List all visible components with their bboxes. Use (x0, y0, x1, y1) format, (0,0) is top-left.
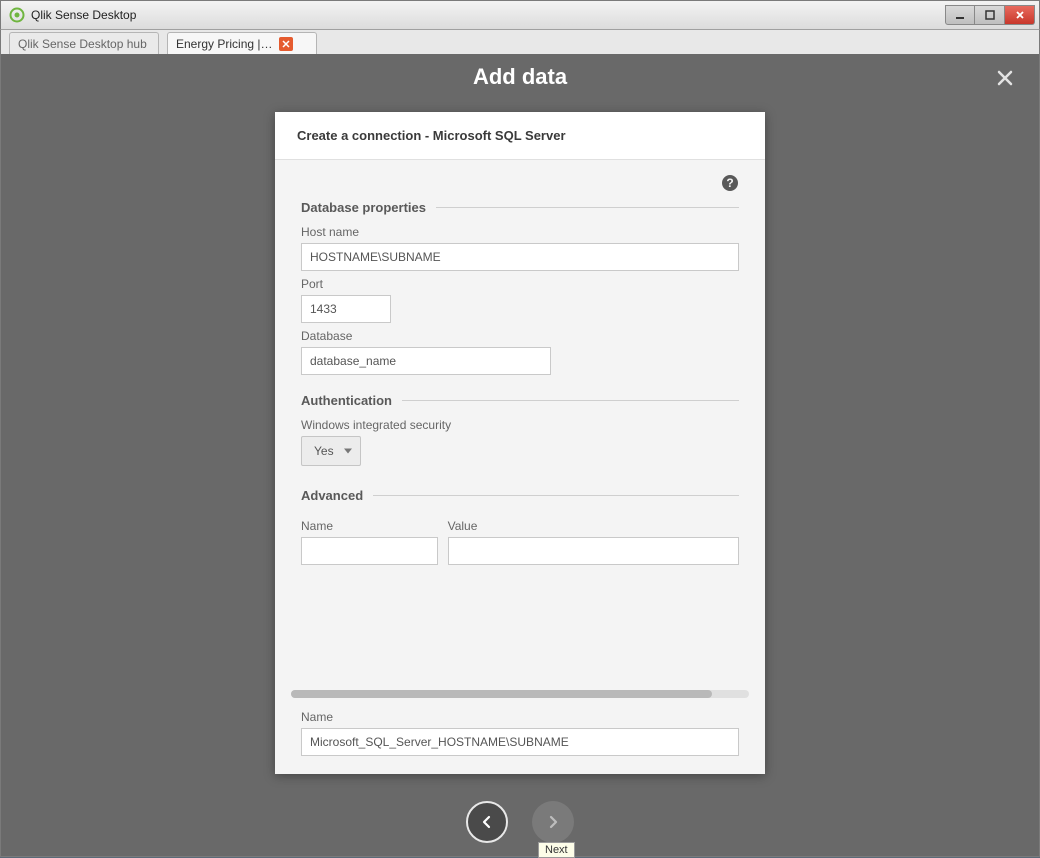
label-adv-name: Name (301, 519, 438, 533)
nav-buttons (466, 801, 574, 843)
back-button[interactable] (466, 801, 508, 843)
overlay-area: Add data Create a connection - Microsoft… (0, 54, 1040, 857)
connection-name-field[interactable] (301, 728, 739, 756)
advanced-value-field[interactable] (448, 537, 739, 565)
scrollbar-thumb[interactable] (291, 690, 712, 698)
port-field[interactable] (301, 295, 391, 323)
tab-energy-pricing[interactable]: Energy Pricing |… (167, 32, 317, 54)
host-name-field[interactable] (301, 243, 739, 271)
tab-label: Qlik Sense Desktop hub (18, 37, 147, 51)
advanced-name-field[interactable] (301, 537, 438, 565)
section-database-properties: Database properties (301, 200, 739, 215)
app-icon (9, 7, 25, 23)
label-host-name: Host name (301, 225, 739, 239)
window-title: Qlik Sense Desktop (31, 8, 945, 22)
tab-label: Energy Pricing |… (176, 37, 273, 51)
section-advanced: Advanced (301, 488, 739, 503)
help-icon[interactable]: ? (721, 174, 739, 192)
svg-text:?: ? (726, 176, 733, 190)
label-connection-name: Name (301, 710, 739, 724)
next-tooltip: Next (538, 842, 575, 858)
overlay-close-icon[interactable] (991, 64, 1019, 92)
window-buttons (945, 5, 1035, 25)
label-database: Database (301, 329, 739, 343)
card-body: ? Database properties Host name Port Dat… (275, 160, 765, 774)
chevron-down-icon (344, 449, 352, 454)
overlay-title: Add data (1, 54, 1039, 100)
connection-card: Create a connection - Microsoft SQL Serv… (275, 112, 765, 774)
scrollbar-horizontal[interactable] (291, 690, 749, 698)
next-button[interactable] (532, 801, 574, 843)
label-adv-value: Value (448, 519, 739, 533)
integrated-security-select[interactable]: Yes (301, 436, 361, 466)
label-port: Port (301, 277, 739, 291)
card-header: Create a connection - Microsoft SQL Serv… (275, 112, 765, 160)
close-button[interactable] (1005, 5, 1035, 25)
maximize-button[interactable] (975, 5, 1005, 25)
tabs-row: Qlik Sense Desktop hub Energy Pricing |… (0, 30, 1040, 54)
database-field[interactable] (301, 347, 551, 375)
label-windows-integrated: Windows integrated security (301, 418, 739, 432)
minimize-button[interactable] (945, 5, 975, 25)
window-titlebar: Qlik Sense Desktop (0, 0, 1040, 30)
section-authentication: Authentication (301, 393, 739, 408)
tab-hub[interactable]: Qlik Sense Desktop hub (9, 32, 159, 54)
tab-close-icon[interactable] (279, 37, 293, 51)
